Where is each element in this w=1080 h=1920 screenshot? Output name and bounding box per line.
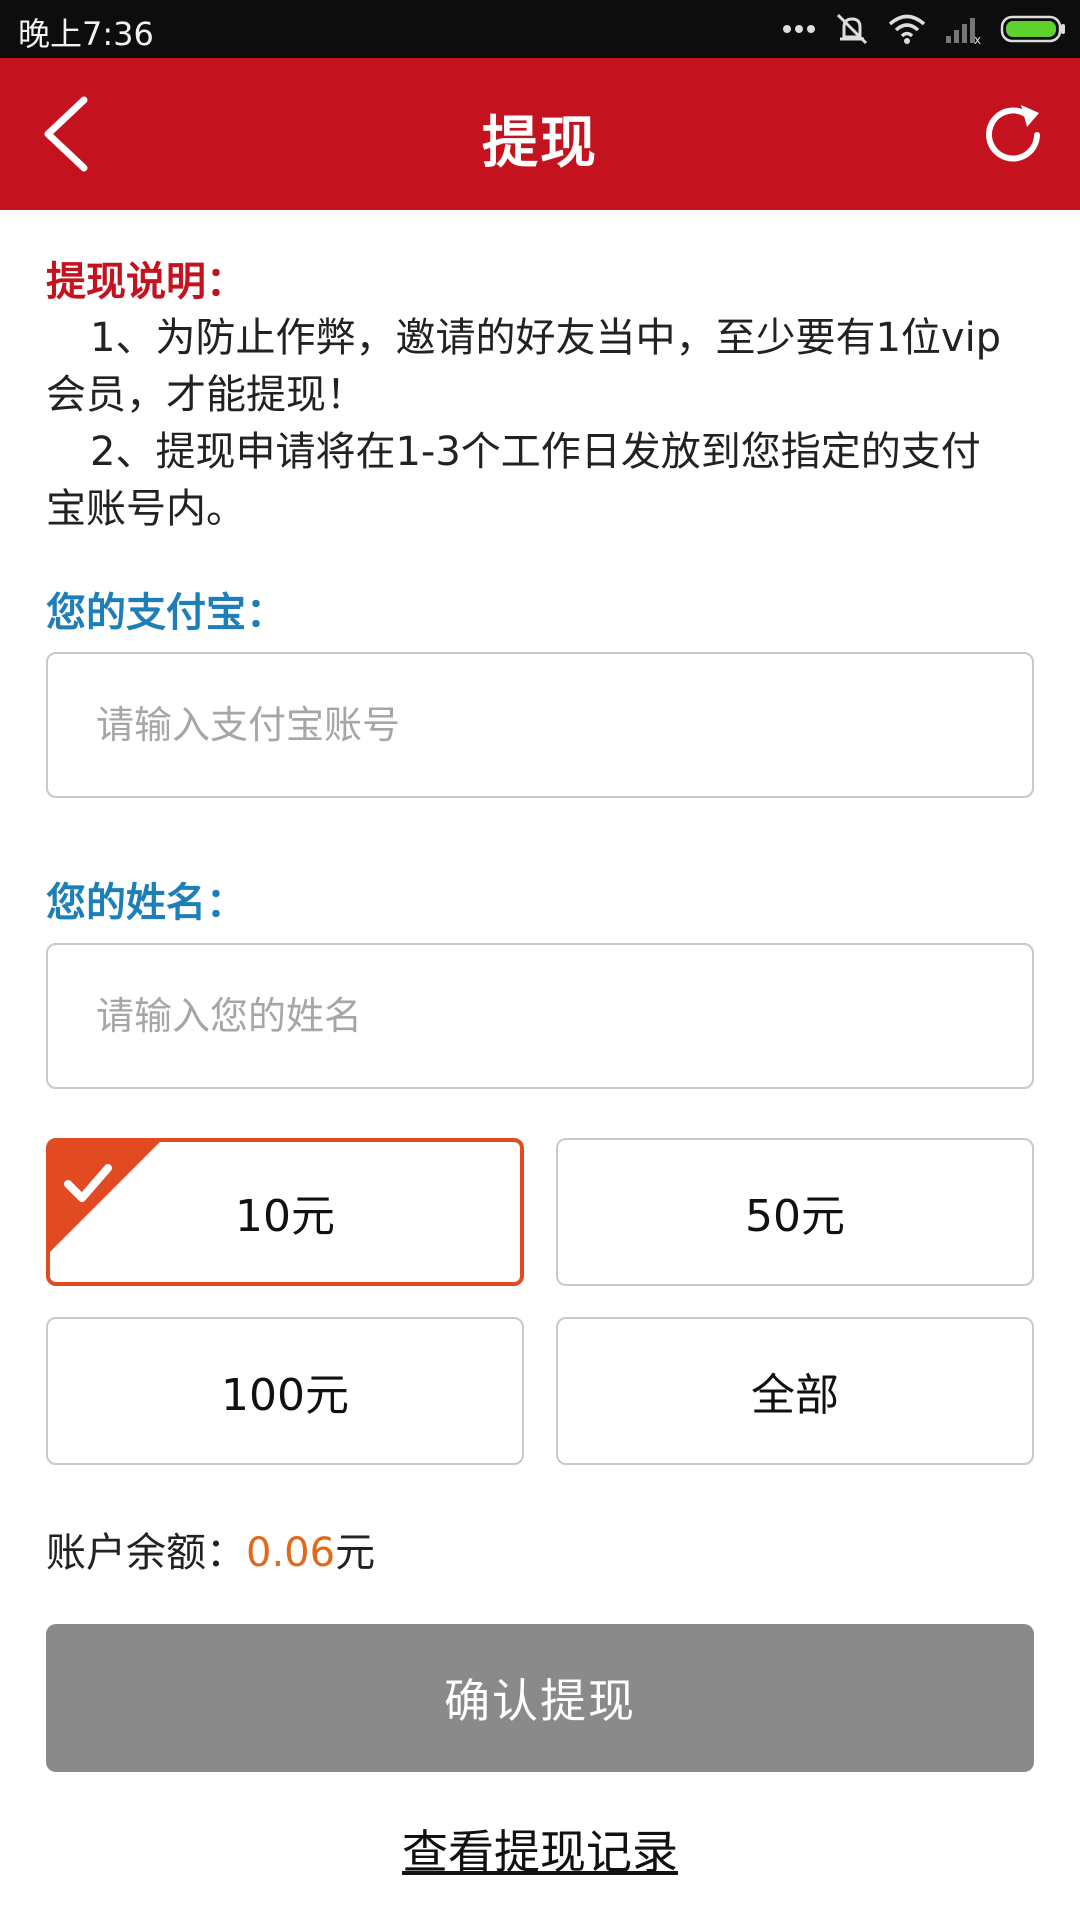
signal-icon: x [946,18,981,44]
balance-unit: 元 [335,1530,376,1576]
confirm-withdraw-button[interactable]: 确认提现 [46,1624,1034,1772]
svg-text:x: x [974,33,981,44]
name-label: 您的姓名： [46,880,246,926]
page-title: 提现 [482,111,598,176]
balance-label: 账户余额： [46,1530,246,1576]
more-dots-icon [783,25,815,33]
name-input[interactable] [48,945,1032,1087]
amount-label: 10元 [235,1191,335,1242]
note-line: 宝账号内。 [46,486,246,532]
amount-label: 100元 [221,1370,349,1421]
alipay-label: 您的支付宝： [46,590,286,636]
amount-option-all[interactable]: 全部 [556,1317,1034,1465]
amount-label: 全部 [751,1370,839,1421]
notes-title: 提现说明： [46,259,246,305]
wifi-icon [888,14,926,44]
amount-option-100[interactable]: 100元 [46,1317,524,1465]
account-balance: 账户余额：0.06元 [46,1520,375,1578]
refresh-icon [986,105,1040,162]
amount-label: 50元 [745,1191,845,1242]
status-icons: x [782,10,1066,48]
name-input-box [46,943,1034,1089]
alipay-input-box [46,652,1034,798]
selected-check-icon [50,1142,160,1252]
balance-value: 0.06 [246,1530,336,1576]
alarm-off-icon [836,13,868,45]
app-header: 提现 [0,58,1080,210]
status-time: 晚上7:36 [18,15,154,53]
note-line: 2、提现申请将在1-3个工作日发放到您指定的支付 [90,429,981,475]
refresh-button[interactable] [970,92,1056,178]
battery-icon [1000,15,1065,43]
amount-option-50[interactable]: 50元 [556,1138,1034,1286]
note-line: 1、为防止作弊，邀请的好友当中，至少要有1位vip [90,315,1002,361]
alipay-input[interactable] [48,654,1032,796]
amount-option-10[interactable]: 10元 [46,1138,524,1286]
view-records-link[interactable]: 查看提现记录 [0,1816,1080,1882]
withdraw-notes: 提现说明： 1、为防止作弊，邀请的好友当中，至少要有1位vip 会员，才能提现！… [46,254,1036,538]
note-line: 会员，才能提现！ [46,372,366,418]
status-bar: 晚上7:36 x [0,0,1080,58]
